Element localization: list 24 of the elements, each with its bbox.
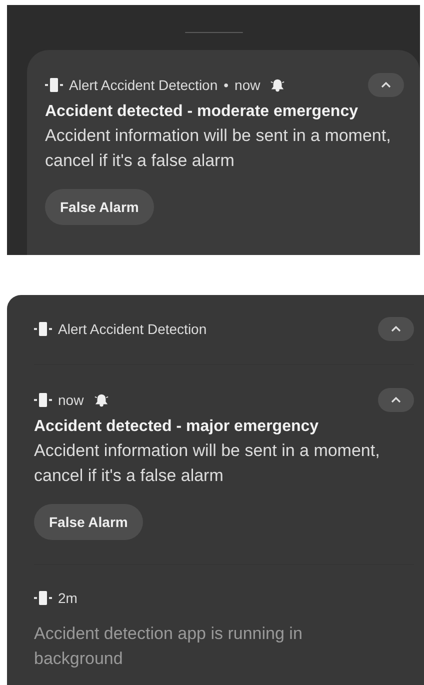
app-name: Alert Accident Detection	[69, 77, 218, 93]
notification-body: Accident detection app is running in background	[34, 623, 304, 670]
phone-icon	[34, 590, 52, 606]
notification-title: Accident detected - moderate emergency	[45, 103, 359, 121]
timestamp: now	[234, 77, 260, 93]
timestamp: now	[58, 392, 84, 408]
separator-dot: •	[224, 77, 229, 93]
caret-icon	[381, 82, 391, 88]
collapse-button[interactable]	[378, 388, 414, 412]
notification-body: Accident information will be sent in a moment, cancel if it's a false alarm	[34, 440, 381, 487]
collapse-button[interactable]	[378, 317, 414, 341]
caret-icon	[391, 326, 401, 332]
phone-icon	[34, 321, 52, 337]
drag-handle[interactable]	[184, 32, 242, 33]
phone-icon	[45, 77, 63, 93]
notification-title: Accident detected - major emergency	[34, 418, 320, 436]
caret-icon	[391, 397, 401, 403]
timestamp: 2m	[58, 590, 78, 606]
phone-icon	[34, 392, 52, 408]
false-alarm-button[interactable]: False Alarm	[45, 189, 154, 225]
collapse-button[interactable]	[368, 73, 404, 97]
false-alarm-button[interactable]: False Alarm	[34, 504, 143, 540]
app-name: Alert Accident Detection	[58, 321, 207, 337]
notification-body: Accident information will be sent in a moment, cancel if it's a false alarm	[45, 125, 392, 172]
